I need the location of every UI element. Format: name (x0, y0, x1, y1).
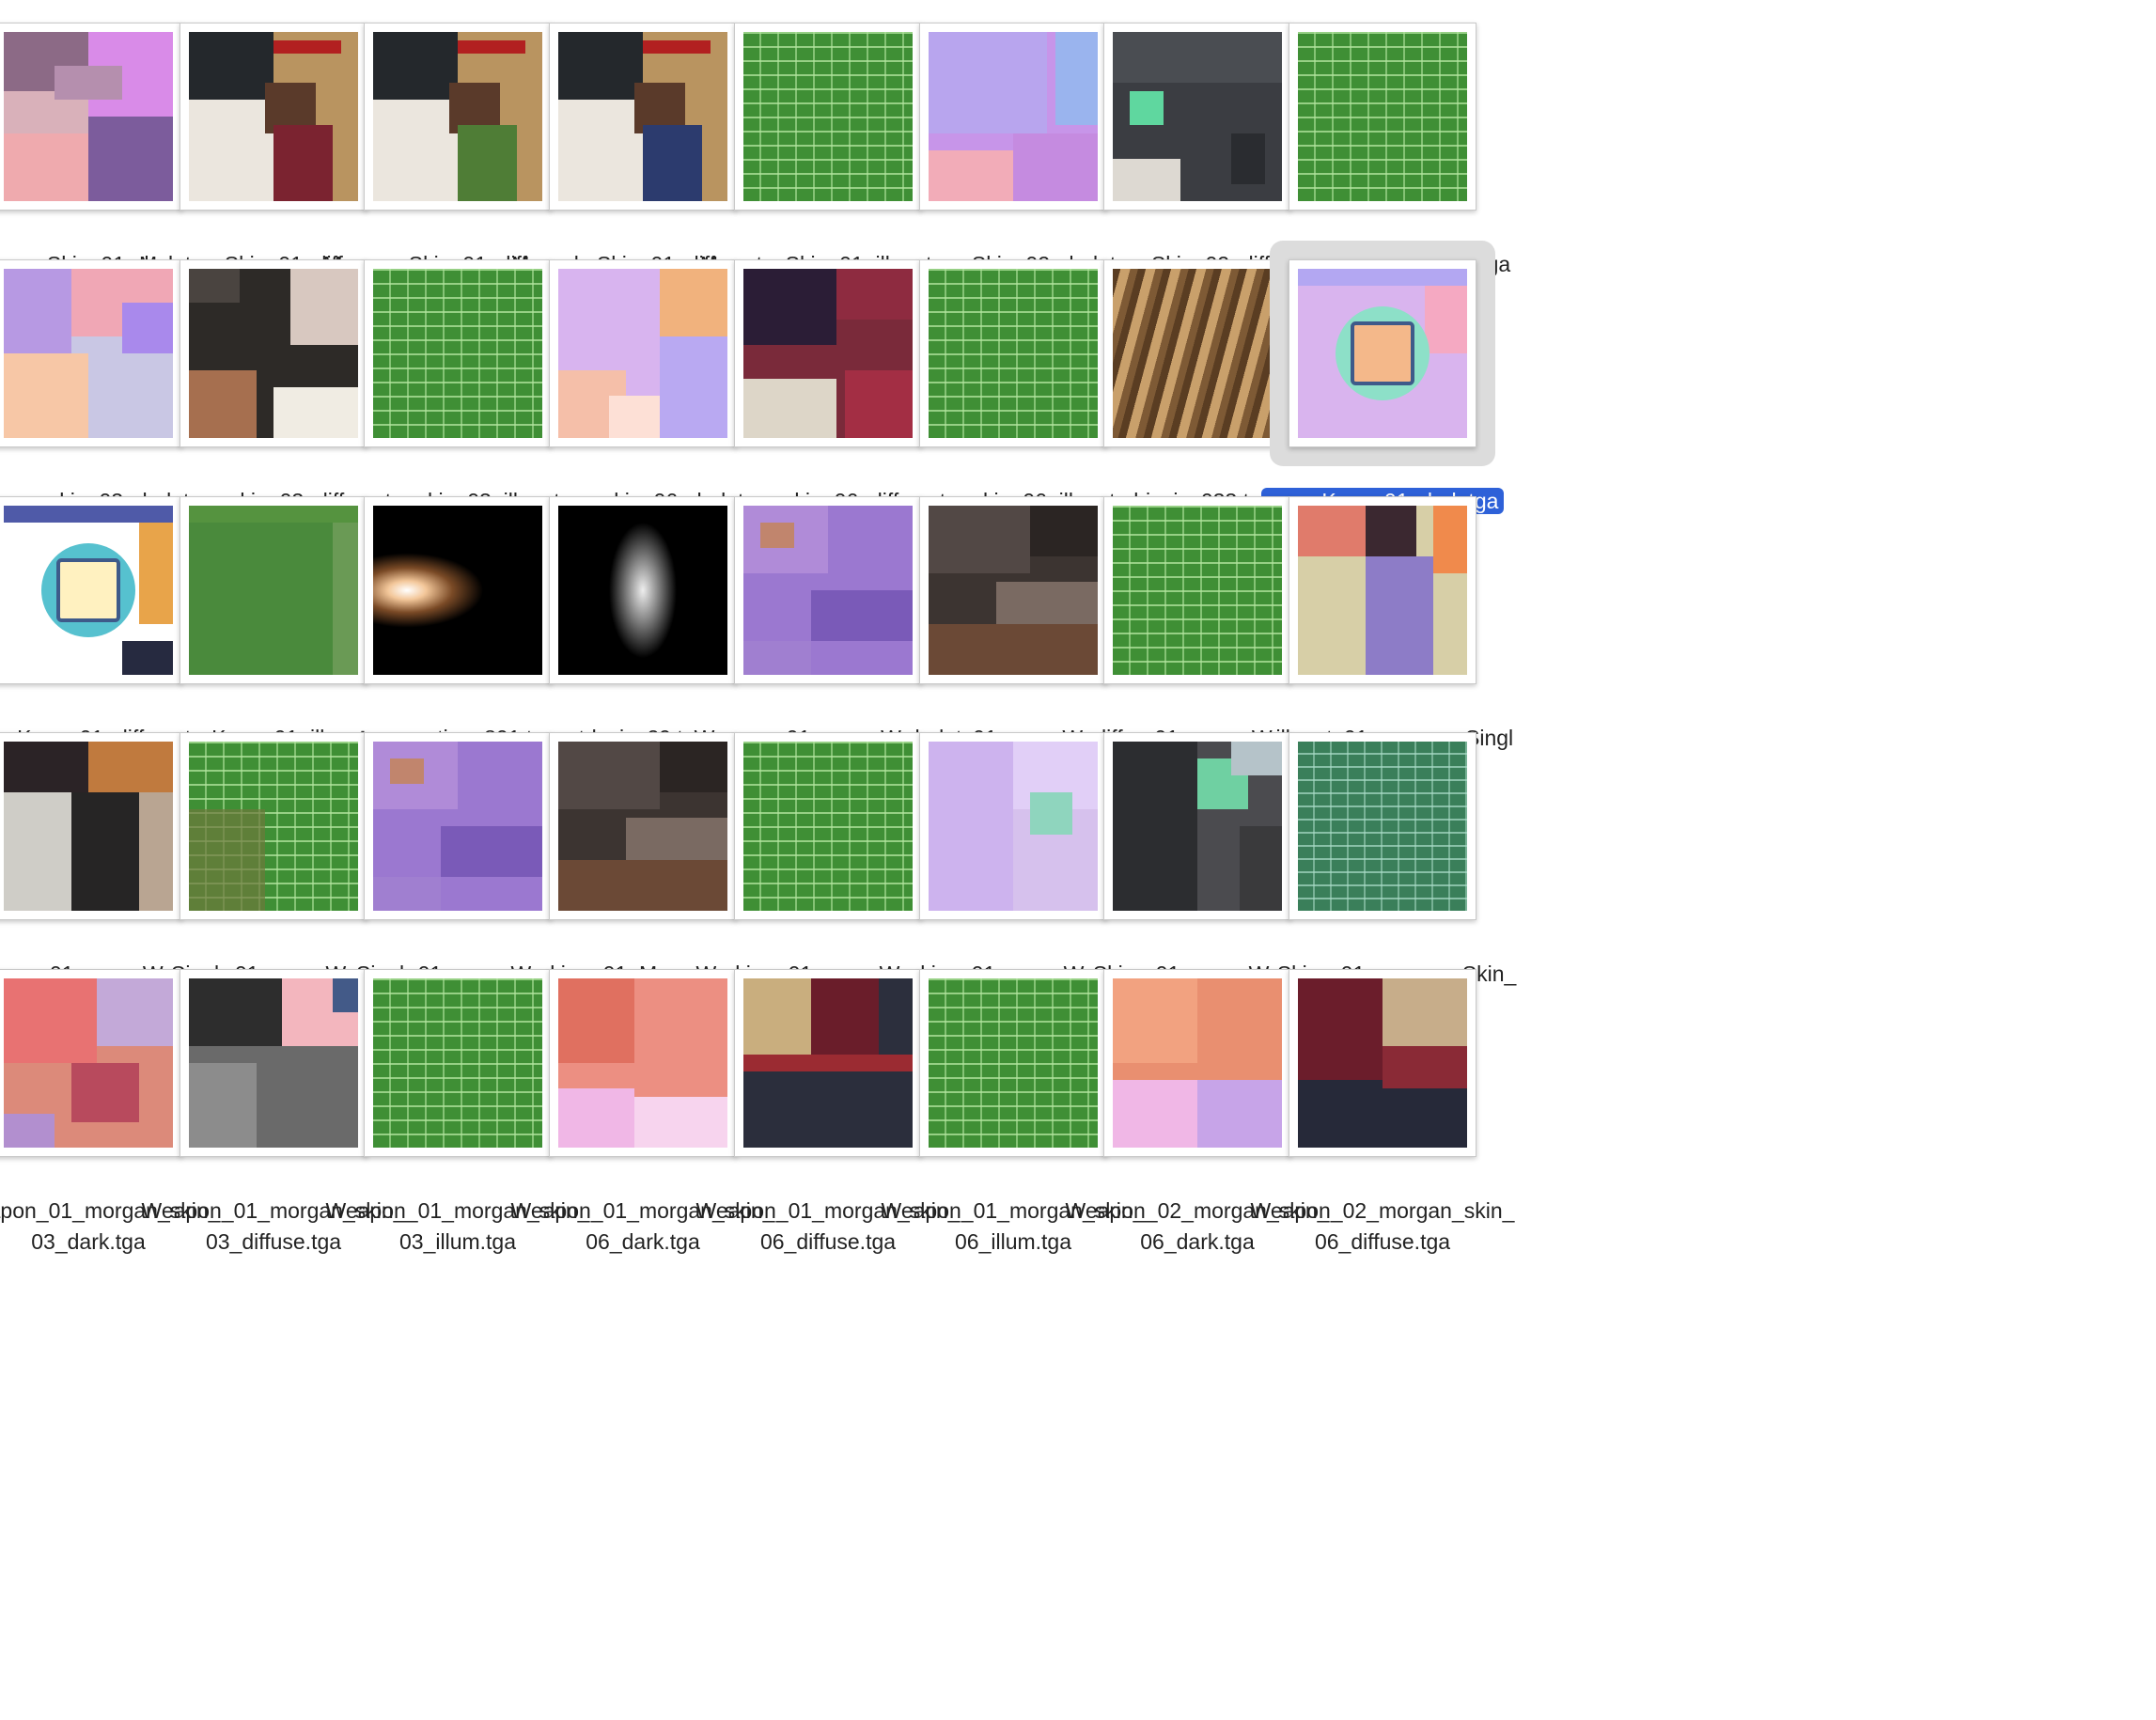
file-thumbnail-frame[interactable] (1270, 477, 1495, 703)
texture-preview-image (1298, 32, 1467, 201)
texture-preview-image (1298, 269, 1467, 438)
file-thumbnail[interactable] (1289, 259, 1476, 447)
file-name-label[interactable]: Weapon_02_morgan_skin_06_diffuse.tga (1247, 1196, 1518, 1258)
file-item[interactable]: Weapon_02_morgan_skin_06_diffuse.tga (1247, 946, 1518, 1266)
texture-preview-image (1298, 506, 1467, 675)
file-thumbnail[interactable] (1289, 969, 1476, 1157)
file-icon-grid: Morgan_Skin_01_dark.tgaMorgan_Skin_01_di… (0, 0, 2156, 1720)
file-thumbnail[interactable] (1289, 23, 1476, 211)
file-thumbnail-frame[interactable] (1270, 713, 1495, 939)
file-thumbnail-frame[interactable] (1270, 4, 1495, 229)
file-thumbnail-frame[interactable] (1270, 950, 1495, 1176)
file-thumbnail[interactable] (1289, 496, 1476, 684)
texture-preview-image (1298, 742, 1467, 911)
file-name-text: Weapon_02_morgan_skin_06_diffuse.tga (1250, 1198, 1515, 1254)
texture-preview-image (1298, 978, 1467, 1148)
file-thumbnail[interactable] (1289, 732, 1476, 920)
file-thumbnail-frame[interactable] (1270, 241, 1495, 466)
